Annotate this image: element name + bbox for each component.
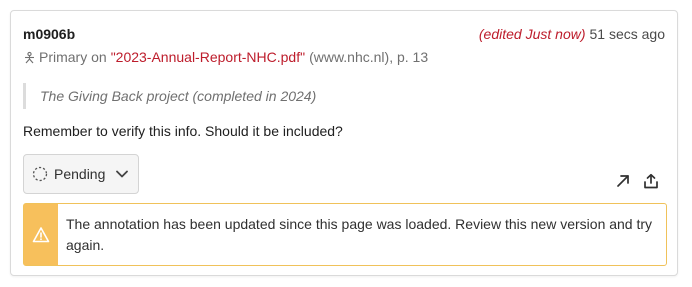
source-domain-page: (www.nhc.nl), p. 13 [309,49,429,65]
annotation-source: Primary on "2023-Annual-Report-NHC.pdf" … [23,49,428,65]
share-upload-icon[interactable] [643,173,659,189]
state-dropdown[interactable]: Pending [23,154,139,194]
state-label: Pending [54,166,106,182]
edited-label: (edited Just now) [478,26,586,42]
annotation-author[interactable]: m0906b [23,26,75,42]
annotation-tag-icon [23,51,36,64]
annotation-card: m0906b (edited Just now) 51 secs ago Prim… [10,10,678,276]
source-document-link[interactable]: "2023-Annual-Report-NHC.pdf" [111,49,305,65]
annotation-body: Remember to verify this info. Should it … [23,123,343,139]
alert-message: The annotation has been updated since th… [66,216,653,253]
chevron-down-icon [115,167,129,181]
pending-dashed-circle-icon [32,166,48,182]
arrow-up-right-icon[interactable] [615,173,631,189]
annotation-actions [615,173,659,189]
annotation-meta: (edited Just now) 51 secs ago [479,26,665,42]
warning-triangle-icon [32,226,50,244]
update-warning-alert: The annotation has been updated since th… [23,203,667,266]
annotation-quote: The Giving Back project (completed in 20… [23,83,316,109]
source-prefix: Primary on [39,49,107,65]
alert-sidebar [24,204,58,265]
annotation-timestamp[interactable]: 51 secs ago [590,26,666,42]
